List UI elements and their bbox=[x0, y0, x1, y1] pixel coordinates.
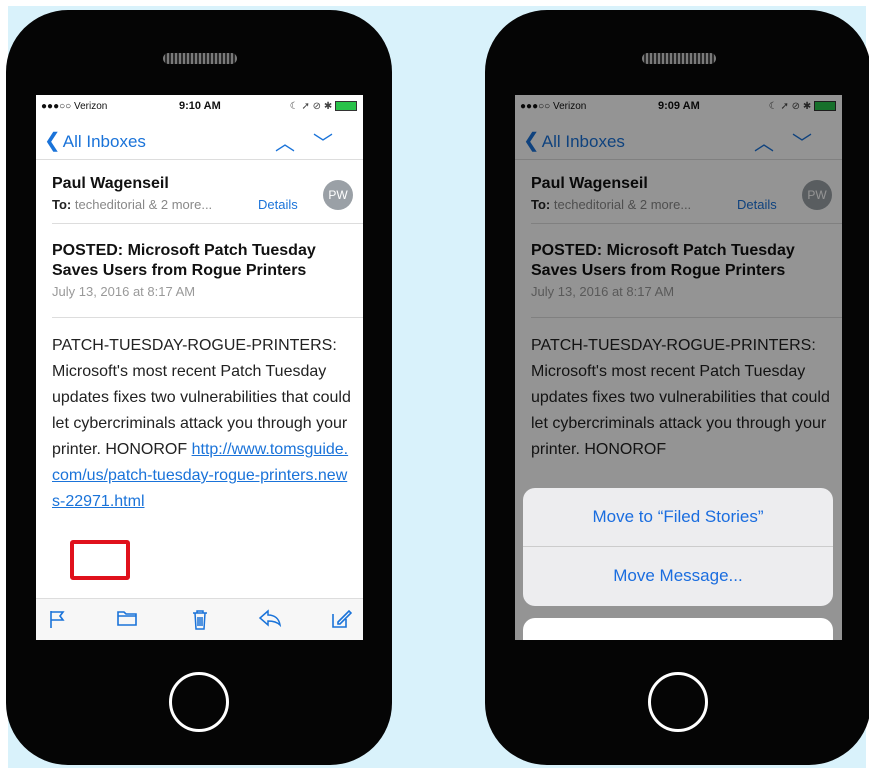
phone-left: ●●●○○ Verizon 9:10 AM ☾ ➚ ⊘ ✱ ❮ All Inbox… bbox=[6, 10, 392, 765]
speaker-grille bbox=[642, 53, 716, 64]
message-nav-arrows: ︿﹀ bbox=[275, 127, 351, 156]
back-label: All Inboxes bbox=[62, 132, 146, 151]
folder-button-highlight bbox=[70, 540, 130, 580]
move-message-button[interactable]: Move Message... bbox=[523, 547, 833, 605]
carrier-label: ●●●○○ Verizon bbox=[41, 101, 108, 112]
home-button[interactable] bbox=[169, 672, 229, 732]
battery-icon bbox=[335, 101, 357, 112]
home-button[interactable] bbox=[648, 672, 708, 732]
email-subject: POSTED: Microsoft Patch Tuesday Saves Us… bbox=[52, 242, 316, 279]
back-button[interactable]: ❮ All Inboxes bbox=[44, 128, 146, 153]
flag-icon[interactable] bbox=[48, 609, 66, 629]
phone-right: ●●●○○ Verizon 9:09 AM ☾ ➚ ⊘ ✱ ❮ All Inbox… bbox=[485, 10, 869, 765]
divider bbox=[52, 223, 363, 224]
status-bar: ●●●○○ Verizon 9:10 AM ☾ ➚ ⊘ ✱ bbox=[36, 95, 363, 119]
avatar: PW bbox=[323, 180, 353, 210]
compose-icon[interactable] bbox=[330, 609, 352, 629]
divider bbox=[52, 317, 363, 318]
chevron-up-icon[interactable]: ︿ bbox=[275, 133, 313, 155]
recipients-line: To: techeditorial & 2 more... bbox=[52, 197, 213, 212]
status-icons: ☾ ➚ ⊘ ✱ bbox=[290, 101, 357, 112]
move-to-filed-stories-button[interactable]: Move to “Filed Stories” bbox=[523, 488, 833, 546]
email-date: July 13, 2016 at 8:17 AM bbox=[52, 284, 196, 299]
folder-icon[interactable] bbox=[116, 609, 138, 627]
cancel-button[interactable]: Cancel bbox=[523, 618, 833, 640]
email-body-text: PATCH-TUESDAY-ROGUE-PRINTERS: Microsoft'… bbox=[52, 337, 351, 458]
email-body: PATCH-TUESDAY-ROGUE-PRINTERS: Microsoft'… bbox=[52, 333, 354, 515]
reply-icon[interactable] bbox=[258, 609, 282, 627]
chevron-left-icon: ❮ bbox=[44, 130, 61, 152]
mail-screen-right: ●●●○○ Verizon 9:09 AM ☾ ➚ ⊘ ✱ ❮ All Inbox… bbox=[515, 95, 842, 640]
action-sheet: Move to “Filed Stories” Move Message... bbox=[523, 488, 833, 606]
mail-toolbar bbox=[36, 598, 363, 640]
trash-icon[interactable] bbox=[191, 609, 209, 631]
status-time: 9:10 AM bbox=[179, 100, 221, 112]
sender-name: Paul Wagenseil bbox=[52, 175, 169, 192]
nav-bar: ❮ All Inboxes ︿﹀ bbox=[36, 119, 363, 160]
stage: ●●●○○ Verizon 9:10 AM ☾ ➚ ⊘ ✱ ❮ All Inbox… bbox=[0, 0, 869, 771]
details-link[interactable]: Details bbox=[258, 197, 298, 212]
speaker-grille bbox=[163, 53, 237, 64]
chevron-down-icon[interactable]: ﹀ bbox=[313, 133, 351, 155]
